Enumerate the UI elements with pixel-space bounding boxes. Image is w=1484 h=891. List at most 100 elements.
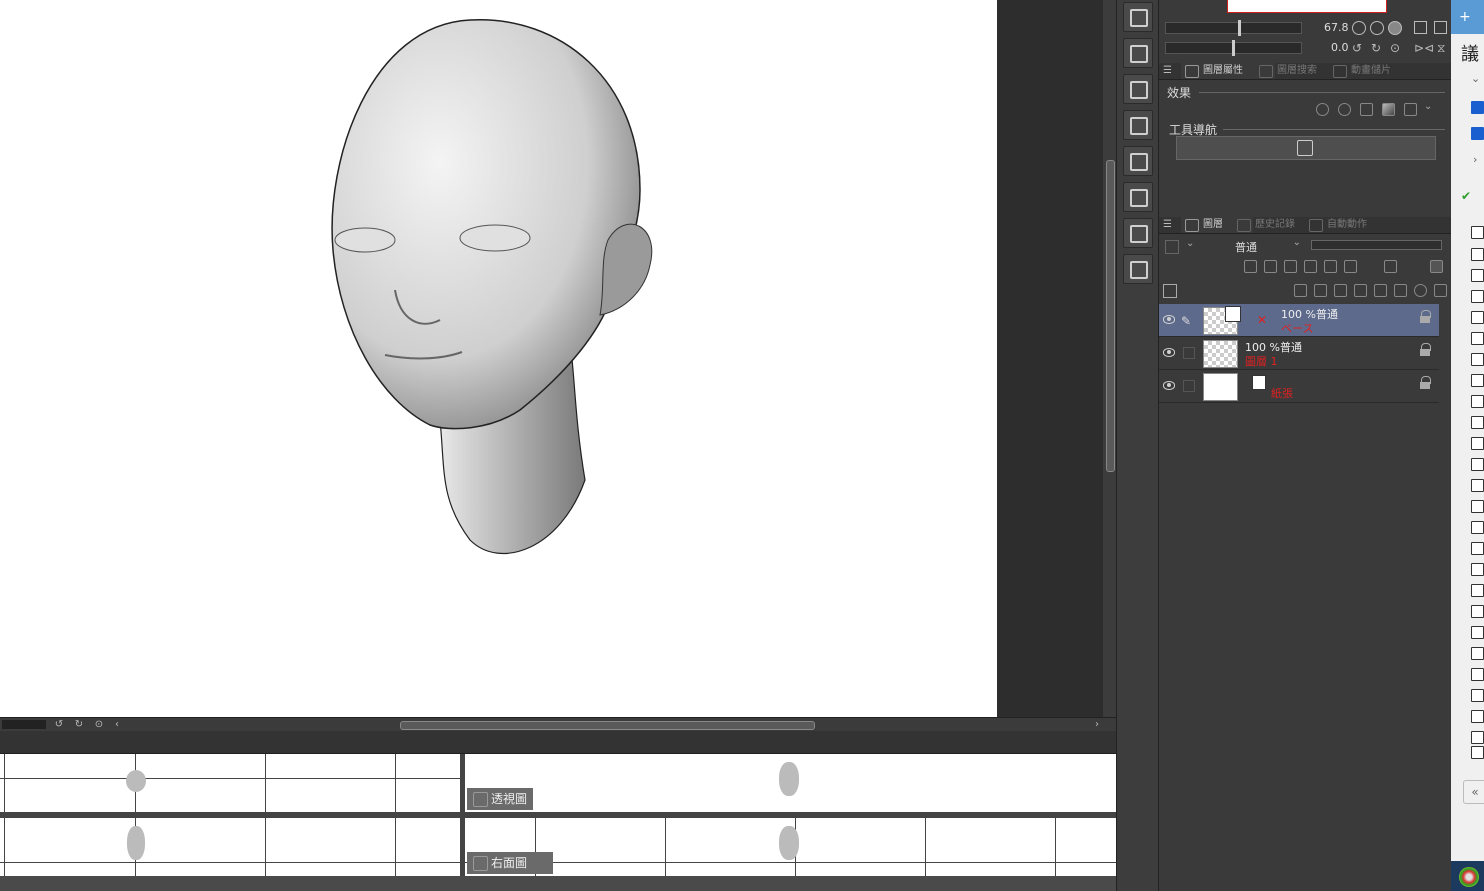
gradient-effect-icon[interactable] [1382,103,1395,116]
tab-animation-cels[interactable]: 動畫儲片 [1329,63,1423,79]
edit-target-box[interactable] [1183,347,1195,359]
perspective-view[interactable]: 透視圖 [465,754,1116,812]
reference-icon[interactable] [1264,260,1277,273]
border-effect-icon[interactable] [1316,103,1329,116]
right-view[interactable]: 右面圖 [465,818,1116,876]
rotate-left-icon[interactable]: ↺ [52,718,66,731]
checkbox[interactable] [1471,226,1484,239]
checkbox[interactable] [1471,290,1484,303]
3d-material-button[interactable] [1123,218,1153,248]
checkbox[interactable] [1471,563,1484,576]
zoom-out-icon[interactable] [1352,21,1366,35]
checkbox[interactable] [1471,395,1484,408]
checkbox[interactable] [1471,689,1484,702]
scroll-right-icon[interactable]: › [1090,718,1104,731]
checkbox[interactable] [1471,127,1484,140]
checkbox[interactable] [1471,500,1484,513]
ruler-icon[interactable] [1384,260,1397,273]
delete-layer-icon[interactable] [1434,284,1447,297]
blend-mode-select[interactable]: 普通 ⌄ [1201,237,1301,254]
checkbox[interactable] [1471,605,1484,618]
chevron-right-icon[interactable]: › [1473,153,1477,166]
flip-vertical-icon[interactable]: ⧖ [1437,41,1445,56]
transparency-button[interactable] [1123,38,1153,68]
3d-tool-nav-button[interactable] [1176,136,1436,160]
checkbox[interactable] [1471,521,1484,534]
eye-icon[interactable] [1163,381,1175,390]
fit-icon[interactable] [1388,21,1402,35]
back-button[interactable]: « [1463,780,1484,804]
transform-button[interactable] [1123,110,1153,140]
checkbox[interactable] [1471,458,1484,471]
checkbox[interactable] [1471,416,1484,429]
window-icon[interactable] [1414,21,1427,34]
checkbox[interactable] [1471,353,1484,366]
checkbox[interactable] [1471,101,1484,114]
draft-icon[interactable] [1284,260,1297,273]
checkbox[interactable] [1471,710,1484,723]
lock-icon[interactable] [1304,260,1317,273]
frame-button[interactable] [1123,74,1153,104]
chevron-down-icon[interactable]: ⌄ [1186,238,1194,249]
vertical-scrollbar[interactable] [1103,0,1116,717]
zoom-slider[interactable] [1165,20,1302,36]
zoom-in-icon[interactable] [1370,21,1384,35]
lock-icon[interactable] [1420,310,1431,323]
checkbox[interactable] [1471,332,1484,345]
chevron-down-icon[interactable]: ⌄ [1471,72,1480,85]
checkbox[interactable] [1471,542,1484,555]
panel-menu-icon[interactable]: ☰ [1163,65,1172,76]
edit-button[interactable] [1123,182,1153,212]
top-left-view[interactable] [0,754,460,812]
transfer-down-icon[interactable] [1354,284,1367,297]
add-button[interactable]: + [1451,0,1484,34]
alpha-lock-icon[interactable] [1324,260,1337,273]
rotate-left-icon[interactable]: ↺ [1352,41,1362,55]
texture-effect-icon[interactable] [1360,103,1373,116]
new-raster-layer-icon[interactable] [1294,284,1307,297]
rotate-slider-handle[interactable] [1232,40,1235,56]
edit-target-box[interactable] [1183,380,1195,392]
scroll-left-icon[interactable]: ‹ [110,718,124,731]
checkbox[interactable] [1471,668,1484,681]
checkbox[interactable] [1471,248,1484,261]
merge-down-icon[interactable] [1374,284,1387,297]
close-view-button[interactable] [1123,2,1153,32]
panel-menu-icon[interactable]: ☰ [1163,219,1172,230]
reset-rotate-icon[interactable]: ⊙ [92,718,106,731]
layer-color-swatch[interactable] [1165,240,1179,254]
checkbox[interactable] [1471,437,1484,450]
layer-list-icon[interactable] [1163,284,1177,298]
new-folder-icon[interactable] [1334,284,1347,297]
horizontal-scrollbar[interactable]: ↺ ↻ ⊙ ‹ › [0,717,1116,731]
checkbox[interactable] [1471,374,1484,387]
pen-icon[interactable]: ✎ [1181,314,1191,328]
lock-icon[interactable] [1420,343,1431,356]
combine-icon[interactable] [1394,284,1407,297]
drawing-canvas[interactable] [0,0,997,717]
new-vector-layer-icon[interactable] [1314,284,1327,297]
navigator-preview[interactable] [1227,0,1387,13]
checkbox[interactable] [1471,584,1484,597]
checkbox[interactable] [1471,626,1484,639]
apply-mask-icon[interactable] [1414,284,1427,297]
rotate-right-icon[interactable]: ↻ [72,718,86,731]
tab-auto-action[interactable]: 自動動作 [1305,217,1399,233]
layer-row[interactable]: 紙張 [1159,370,1439,403]
3d-head-model[interactable] [0,0,997,717]
rotate-slider[interactable] [1165,40,1302,56]
clip-icon[interactable] [1244,260,1257,273]
layer-row[interactable]: 100 %普通 圖層 1 [1159,337,1439,370]
front-view[interactable] [0,818,460,876]
opacity-slider[interactable] [1311,240,1442,250]
canvas-area[interactable] [0,0,1103,717]
fullscreen-icon[interactable] [1434,21,1447,34]
browser-icon[interactable] [1459,867,1479,887]
horizontal-scroll-thumb[interactable] [400,721,815,730]
checkbox[interactable] [1471,731,1484,744]
checkbox[interactable] [1471,311,1484,324]
vertical-scroll-thumb[interactable] [1106,160,1115,472]
checkbox[interactable] [1471,746,1484,759]
rotate-right-icon[interactable]: ↻ [1371,41,1381,55]
mask-icon[interactable] [1344,260,1357,273]
